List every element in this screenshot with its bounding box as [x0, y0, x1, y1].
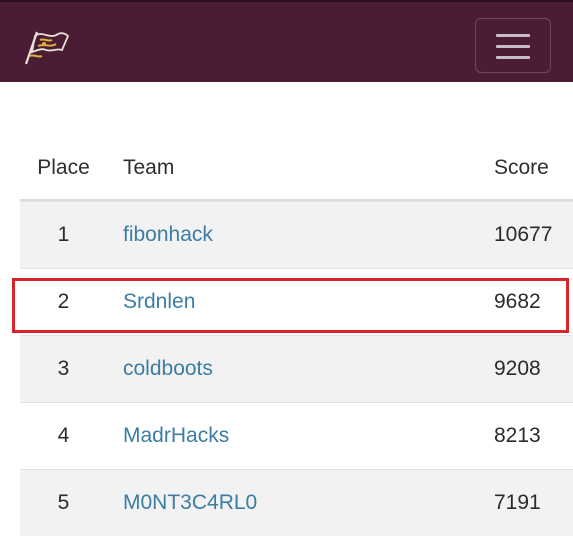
table-row: 3 coldboots 9208 — [20, 335, 573, 402]
place-cell: 4 — [57, 424, 70, 447]
table-row: 5 M0NT3C4RL0 7191 — [20, 469, 573, 536]
flag-logo-icon[interactable] — [20, 26, 70, 68]
place-cell: 2 — [57, 290, 70, 313]
column-header-place[interactable]: Place — [20, 135, 107, 201]
place-cell: 3 — [57, 357, 70, 380]
team-link[interactable]: fibonhack — [123, 202, 213, 268]
team-link[interactable]: MadrHacks — [123, 403, 229, 469]
hamburger-menu-icon-bar — [496, 45, 530, 48]
column-header-team[interactable]: Team — [123, 135, 174, 201]
team-link[interactable]: Srdnlen — [123, 269, 195, 335]
score-cell: 9682 — [494, 290, 541, 313]
team-link[interactable]: M0NT3C4RL0 — [123, 470, 257, 536]
score-cell: 8213 — [494, 424, 541, 447]
table-row: 4 MadrHacks 8213 — [20, 402, 573, 469]
team-link[interactable]: coldboots — [123, 336, 213, 402]
score-cell: 10677 — [494, 223, 553, 246]
hamburger-menu-icon-bar — [496, 56, 530, 59]
place-cell: 1 — [57, 223, 70, 246]
table-row: 2 Srdnlen 9682 — [20, 268, 573, 335]
menu-toggle-button[interactable] — [475, 18, 551, 73]
table-header: Place Team Score — [20, 135, 573, 201]
table-row: 1 fibonhack 10677 — [20, 201, 573, 268]
hamburger-menu-icon — [496, 34, 530, 37]
score-cell: 7191 — [494, 491, 541, 514]
place-cell: 5 — [57, 491, 70, 514]
top-navbar — [0, 0, 573, 82]
column-header-score[interactable]: Score — [494, 135, 549, 201]
score-cell: 9208 — [494, 357, 541, 380]
